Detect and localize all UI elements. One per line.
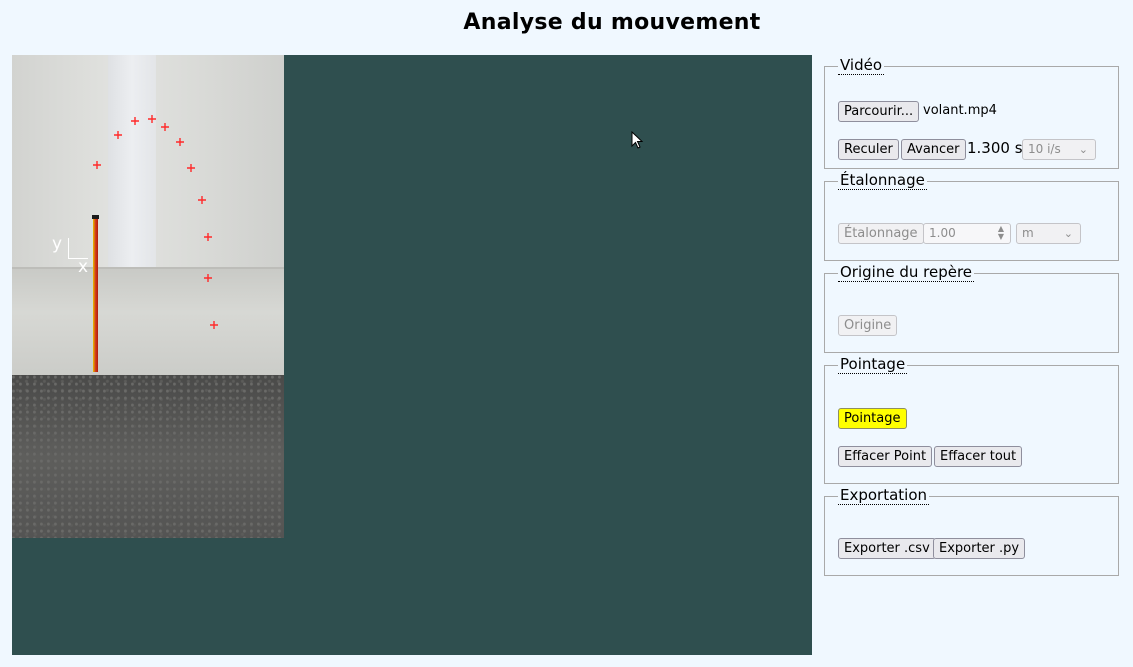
pointing-fieldset: Pointage Pointage Effacer Point Effacer … xyxy=(824,356,1119,484)
trajectory-point xyxy=(204,274,212,282)
browse-button[interactable]: Parcourir... xyxy=(838,101,920,122)
pointing-legend: Pointage xyxy=(838,355,908,374)
video-canvas[interactable]: y x xyxy=(12,55,812,655)
export-legend: Exportation xyxy=(838,486,930,505)
origin-fieldset: Origine du repère Origine xyxy=(824,264,1119,353)
trajectory-point xyxy=(93,161,101,169)
calibration-value: 1.00 xyxy=(929,226,956,240)
export-py-button[interactable]: Exporter .py xyxy=(933,538,1026,559)
pointage-button[interactable]: Pointage xyxy=(838,408,907,429)
video-legend: Vidéo xyxy=(838,56,885,75)
unit-select-value: m xyxy=(1022,226,1034,240)
calibration-legend: Étalonnage xyxy=(838,171,927,190)
trajectory-point xyxy=(148,115,156,123)
calibration-value-input[interactable]: 1.00 ▲ ▼ xyxy=(923,223,1011,244)
trajectory-point xyxy=(114,131,122,139)
trajectory-point xyxy=(198,196,206,204)
origin-button[interactable]: Origine xyxy=(838,315,898,336)
chevron-down-icon: ⌄ xyxy=(1078,143,1088,156)
video-frame[interactable]: y x xyxy=(12,55,284,538)
trajectory-points xyxy=(93,115,218,329)
trajectory-point xyxy=(187,164,195,172)
trajectory-point xyxy=(210,321,218,329)
video-filename: volant.mp4 xyxy=(923,103,997,118)
clear-point-button[interactable]: Effacer Point xyxy=(838,446,933,467)
trajectory-point xyxy=(176,138,184,146)
spinner-icon[interactable]: ▲ ▼ xyxy=(998,225,1004,241)
unit-select[interactable]: m ⌄ xyxy=(1016,223,1081,244)
back-button[interactable]: Reculer xyxy=(838,139,899,160)
trajectory-point xyxy=(161,123,169,131)
rate-select[interactable]: 10 i/s ⌄ xyxy=(1022,139,1096,160)
calibration-fieldset: Étalonnage Étalonnage 1.00 ▲ ▼ m ⌄ xyxy=(824,172,1119,261)
trajectory-point xyxy=(204,233,212,241)
origin-legend: Origine du repère xyxy=(838,263,975,282)
video-fieldset: Vidéo Parcourir... volant.mp4 Reculer Av… xyxy=(824,57,1119,169)
rate-select-value: 10 i/s xyxy=(1028,142,1061,156)
export-fieldset: Exportation Exporter .csv Exporter .py xyxy=(824,487,1119,576)
export-csv-button[interactable]: Exporter .csv xyxy=(838,538,936,559)
time-display: 1.300 s xyxy=(967,139,1023,157)
clear-all-button[interactable]: Effacer tout xyxy=(934,446,1023,467)
calibration-button[interactable]: Étalonnage xyxy=(838,223,924,244)
forward-button[interactable]: Avancer xyxy=(901,139,966,160)
trajectory-point xyxy=(131,117,139,125)
chevron-down-icon: ⌄ xyxy=(1063,227,1073,240)
mouse-cursor-icon xyxy=(631,131,644,149)
page-title: Analyse du mouvement xyxy=(463,10,761,35)
